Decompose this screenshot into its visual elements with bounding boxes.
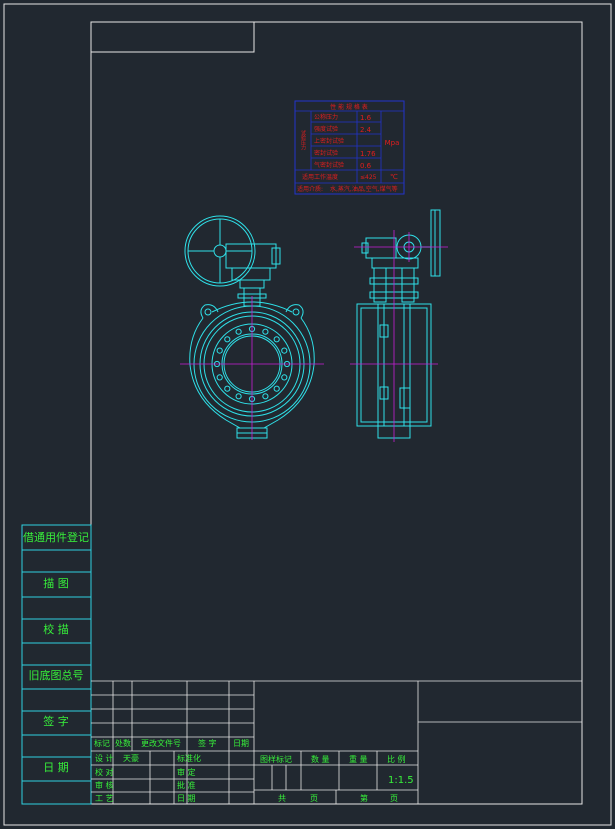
sign-label-process: 工 艺 [95,794,114,803]
spec-row-value: 2.4 [360,126,372,134]
sign-label-standard: 标准化 [177,753,201,763]
qty-label: 重 量 [349,754,368,764]
total-unit: 页 [310,794,318,803]
rev-header-date: 日期 [233,739,249,748]
sign-label-approve-check: 审 定 [177,767,196,777]
spec-medium-label: 适用介质: [297,185,323,193]
spec-title: 性 能 规 格 表 [330,103,368,111]
spec-row-label: 气密封试验 [314,161,344,169]
spec-medium-value: 水,蒸汽,油品,空气,煤气等 [330,185,398,193]
spec-unit: Mpa [385,139,400,147]
rev-header-mark: 标记 [94,738,110,748]
strip-label-date: 日 期 [43,761,69,774]
total-label: 共 [278,794,286,803]
strip-label-check: 校 描 [43,622,69,636]
sign-label-proof: 校 对 [95,767,114,777]
weight-label: 数 量 [311,754,330,764]
sign-label-design: 设 计 [95,753,114,763]
sheet-unit: 页 [390,794,398,803]
spec-temp-label: 适用工作温度 [302,173,338,181]
spec-temp-unit: ℃ [390,173,398,181]
sign-label-approve: 批 准 [177,780,196,790]
strip-label-old-number: 旧底图总号 [29,668,84,682]
spec-row-label: 密封试验 [314,149,338,157]
rev-header-count: 处数 [115,738,131,748]
sheet-label: 第 [360,793,368,803]
sign-label-date: 日 期 [177,794,196,803]
sign-label-review: 审 核 [95,780,114,790]
rev-header-sign: 签 字 [198,738,217,748]
stage-label: 图样标记 [260,754,292,764]
spec-row-value: 0.6 [360,162,372,170]
strip-label-borrow: 借通用件登记 [23,530,89,544]
rev-header-doc: 更改文件号 [141,738,181,748]
cad-drawing-sheet: 借通用件登记 描 图 校 描 旧底图总号 签 字 日 期 性 能 规 格 表 试… [0,0,615,829]
designer-name: 天豪 [123,753,139,763]
spec-row-value: 1.76 [360,150,376,158]
spec-row-label: 强度试验 [314,125,338,133]
scale-label: 比 例 [387,754,406,764]
spec-row-value: 1.6 [360,114,372,122]
spec-row-label: 公称压力 [314,113,338,121]
spec-row-label: 上密封试验 [314,137,344,145]
spec-temp-value: ≤425 [360,174,377,181]
strip-label-sign: 签 字 [43,714,69,728]
strip-label-trace: 描 图 [43,576,69,590]
spec-group-label: 试验压力 [300,129,306,151]
scale-value: 1:1.5 [388,775,414,786]
